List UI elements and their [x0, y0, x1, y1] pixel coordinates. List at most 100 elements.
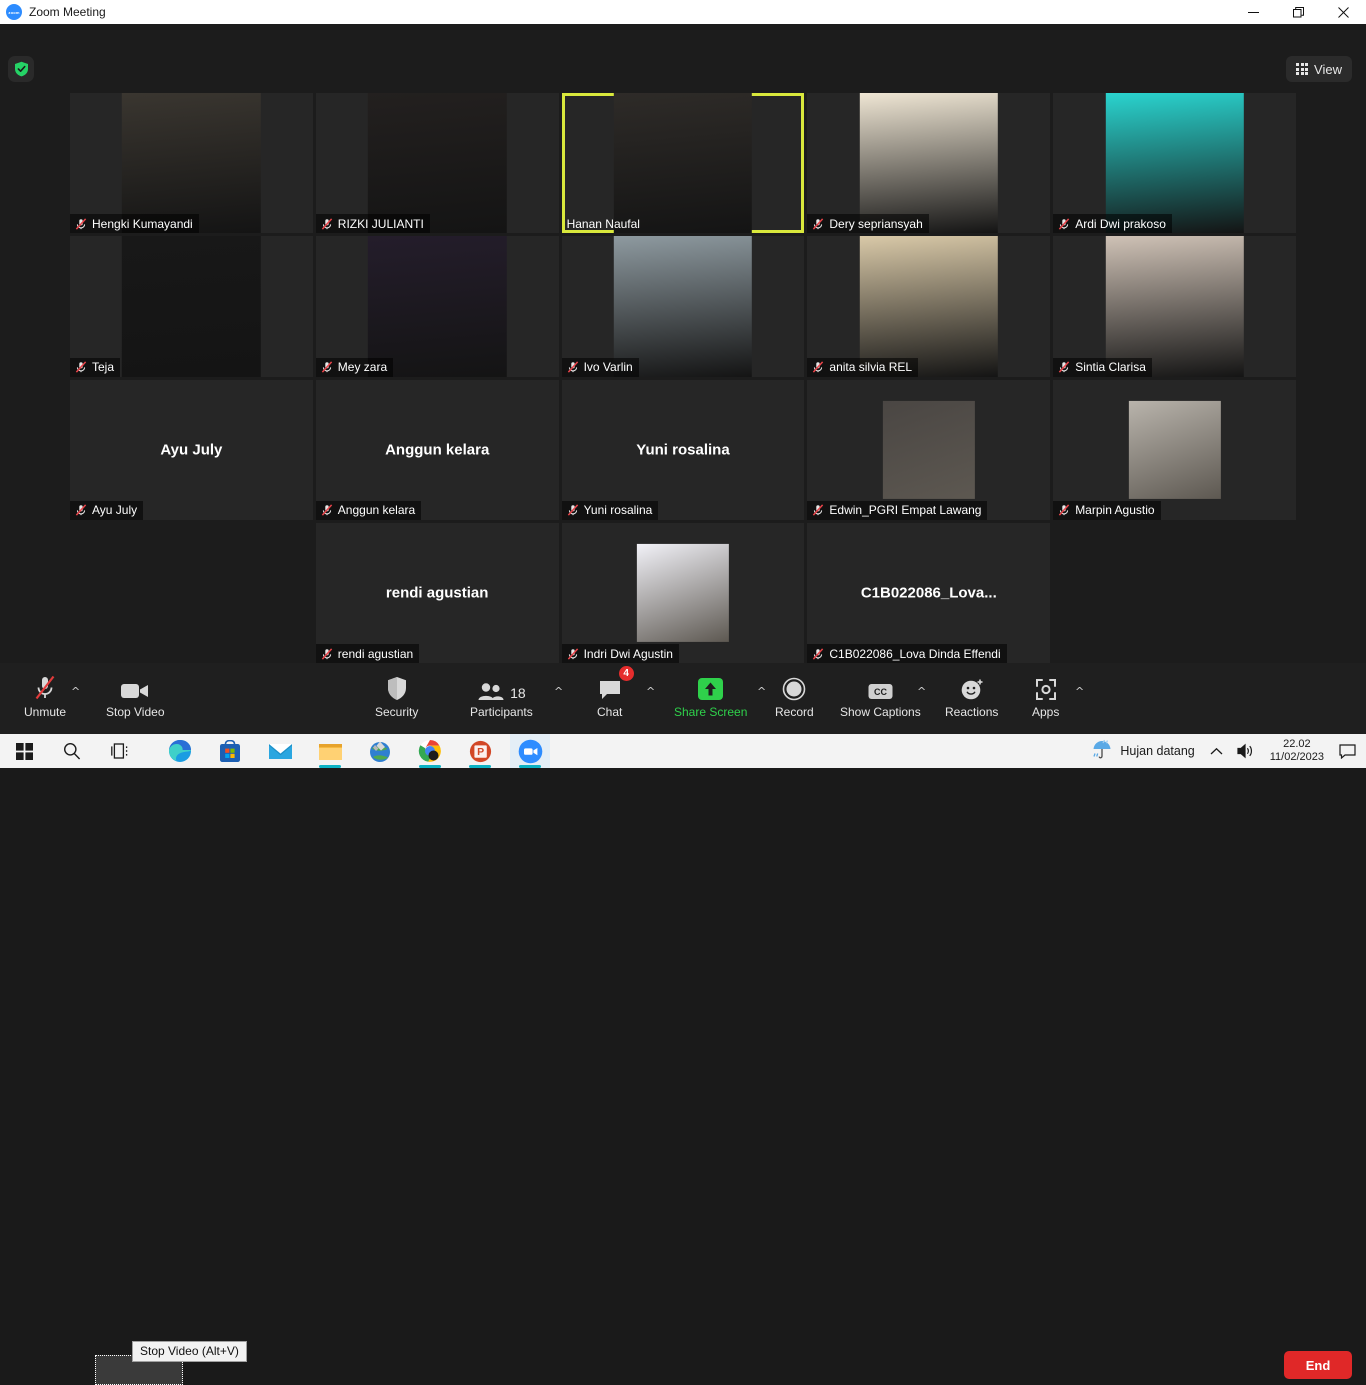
participant-video — [860, 236, 998, 376]
participant-name-bar: Yuni rosalina — [562, 501, 659, 520]
participant-video — [368, 93, 506, 233]
zoom-app-icon[interactable] — [510, 734, 550, 768]
participant-tile[interactable]: Teja — [70, 236, 313, 376]
participant-tile[interactable]: anita silvia REL — [807, 236, 1050, 376]
windows-start-icon[interactable] — [4, 734, 44, 768]
participant-name: Teja — [92, 360, 114, 374]
participant-name-bar: Sintia Clarisa — [1053, 358, 1152, 377]
minimize-button[interactable] — [1231, 0, 1276, 24]
unmute-button[interactable]: Unmute — [24, 671, 66, 719]
clock-time: 22.02 — [1283, 738, 1311, 751]
participant-tile[interactable]: Edwin_PGRI Empat Lawang — [807, 380, 1050, 520]
grid-icon — [1296, 63, 1308, 75]
security-button[interactable]: Security — [375, 671, 418, 719]
participant-tile[interactable]: Sintia Clarisa — [1053, 236, 1296, 376]
end-meeting-button[interactable]: End — [1284, 1351, 1352, 1379]
participant-tile[interactable]: Ayu JulyAyu July — [70, 380, 313, 520]
participant-name-bar: Mey zara — [316, 358, 393, 377]
chat-button[interactable]: 4 Chat — [597, 671, 622, 719]
participant-tile[interactable]: C1B022086_Lova...C1B022086_Lova Dinda Ef… — [807, 523, 1050, 663]
participant-name-bar: rendi agustian — [316, 644, 419, 663]
chat-options-caret-icon[interactable]: ^ — [646, 685, 655, 698]
taskbar-clock[interactable]: 22.02 11/02/2023 — [1262, 738, 1332, 764]
chat-bubble-icon: 4 — [598, 671, 622, 701]
view-button[interactable]: View — [1286, 56, 1352, 82]
participant-video — [614, 236, 752, 376]
microsoft-store-icon[interactable] — [210, 734, 250, 768]
participants-button[interactable]: 18 Participants — [470, 671, 533, 719]
show-captions-button[interactable]: CC Show Captions — [840, 671, 921, 719]
microphone-muted-icon — [75, 218, 87, 230]
window-title: Zoom Meeting — [29, 5, 106, 19]
clock-date: 11/02/2023 — [1270, 751, 1324, 764]
weather-widget[interactable]: Hujan datang — [1083, 739, 1202, 763]
participant-name-bar: Teja — [70, 358, 120, 377]
participant-name-bar: Ayu July — [70, 501, 143, 520]
apps-options-caret-icon[interactable]: ^ — [1075, 685, 1084, 698]
participant-name: Yuni rosalina — [584, 503, 653, 517]
participant-video — [122, 93, 260, 233]
notification-icon[interactable] — [1332, 744, 1366, 759]
show-hidden-icons-button[interactable] — [1203, 747, 1230, 756]
audio-options-caret-icon[interactable]: ^ — [71, 685, 80, 698]
volume-icon[interactable] — [1230, 743, 1262, 759]
participant-tile[interactable]: Dery sepriansyah — [807, 93, 1050, 233]
svg-text:P: P — [477, 746, 484, 758]
unmute-label: Unmute — [24, 705, 66, 719]
reactions-label: Reactions — [945, 705, 998, 719]
shield-icon — [386, 671, 408, 701]
restore-button[interactable] — [1276, 0, 1321, 24]
participant-tile[interactable]: rendi agustianrendi agustian — [316, 523, 559, 663]
apps-button[interactable]: Apps — [1032, 671, 1059, 719]
window-controls — [1231, 0, 1366, 24]
powerpoint-icon[interactable]: P — [460, 734, 500, 768]
participant-name: Edwin_PGRI Empat Lawang — [829, 503, 981, 517]
participant-tile[interactable]: Mey zara — [316, 236, 559, 376]
share-options-caret-icon[interactable]: ^ — [757, 685, 766, 698]
task-view-icon[interactable] — [100, 734, 140, 768]
microphone-muted-icon — [812, 504, 824, 516]
mail-icon[interactable] — [260, 734, 300, 768]
paint-globe-icon[interactable] — [360, 734, 400, 768]
participant-name-bar: anita silvia REL — [807, 358, 918, 377]
view-label: View — [1314, 62, 1342, 77]
captions-options-caret-icon[interactable]: ^ — [917, 685, 926, 698]
participant-name-bar: Ardi Dwi prakoso — [1053, 214, 1172, 233]
microphone-muted-icon — [75, 361, 87, 373]
participant-name: Ardi Dwi prakoso — [1075, 217, 1166, 231]
chrome-browser-icon[interactable] — [410, 734, 450, 768]
participant-name-bar: Anggun kelara — [316, 501, 421, 520]
participant-tile[interactable]: Hengki Kumayandi — [70, 93, 313, 233]
edge-browser-icon[interactable] — [160, 734, 200, 768]
encryption-shield-icon[interactable] — [8, 56, 34, 82]
stop-video-button[interactable]: Stop Video — [106, 671, 165, 719]
share-screen-button[interactable]: Share Screen — [674, 671, 747, 719]
reactions-button[interactable]: Reactions — [945, 671, 998, 719]
participant-tile[interactable]: Ivo Varlin — [562, 236, 805, 376]
svg-text:CC: CC — [874, 687, 887, 697]
participant-tile[interactable]: Indri Dwi Agustin — [562, 523, 805, 663]
zoom-logo-text: zoom — [8, 10, 19, 15]
search-icon[interactable] — [52, 734, 92, 768]
participant-name-placeholder: C1B022086_Lova... — [807, 584, 1050, 601]
participant-name-bar: Indri Dwi Agustin — [562, 644, 679, 663]
microphone-muted-icon — [812, 218, 824, 230]
participant-tile[interactable]: Marpin Agustio — [1053, 380, 1296, 520]
participant-tile[interactable]: Ardi Dwi prakoso — [1053, 93, 1296, 233]
participant-name: Sintia Clarisa — [1075, 360, 1146, 374]
participant-name-bar: Hanan Naufal — [562, 214, 646, 233]
share-screen-label: Share Screen — [674, 705, 747, 719]
microphone-muted-icon — [1058, 504, 1070, 516]
record-button[interactable]: Record — [775, 671, 814, 719]
participant-tile[interactable]: RIZKI JULIANTI — [316, 93, 559, 233]
file-explorer-icon[interactable] — [310, 734, 350, 768]
participant-video — [614, 93, 752, 233]
participant-tile[interactable]: Hanan Naufal — [562, 93, 805, 233]
participant-tile[interactable]: Yuni rosalina Yuni rosalina — [562, 380, 805, 520]
participant-tile[interactable]: Anggun kelaraAnggun kelara — [316, 380, 559, 520]
participant-name: RIZKI JULIANTI — [338, 217, 424, 231]
participant-name-placeholder: Yuni rosalina — [562, 441, 805, 458]
participants-options-caret-icon[interactable]: ^ — [554, 685, 563, 698]
participant-avatar — [637, 544, 729, 642]
close-button[interactable] — [1321, 0, 1366, 24]
